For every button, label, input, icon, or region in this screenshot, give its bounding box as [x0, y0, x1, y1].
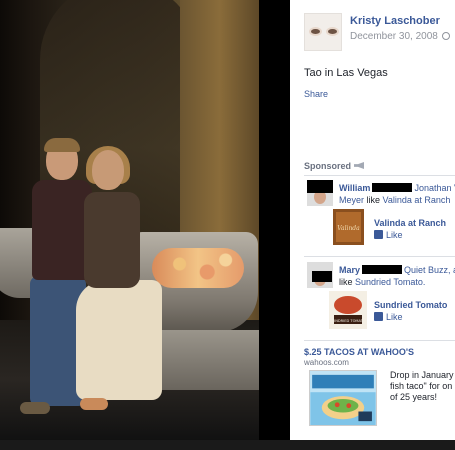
redaction-bar [307, 180, 333, 193]
page-thumbnail-label: Valinda [337, 225, 360, 232]
social-ad-connector: like [339, 277, 356, 287]
like-button[interactable]: Like [374, 230, 403, 240]
ad-body-line: fish taco" for on [390, 381, 453, 391]
ad-body-line: of 25 years! [390, 392, 438, 402]
friend-name-link[interactable]: Mary [339, 265, 360, 275]
sponsored-label: Sponsored [304, 161, 352, 171]
post-sidebar: Kristy Laschober December 30, 2008 Tao i… [290, 0, 455, 440]
ad-title-link[interactable]: $.25 TACOS AT WAHOO'S [304, 347, 414, 357]
friend-name-link[interactable]: William [339, 183, 370, 193]
post-date-text[interactable]: December 30, 2008 [350, 31, 438, 42]
ad-image[interactable] [309, 370, 377, 426]
redaction-bar [312, 271, 332, 282]
page-thumbnail[interactable]: SUNDRIED TOMATO [329, 291, 367, 329]
ad-domain: wahoos.com [304, 358, 349, 367]
friend-name-link[interactable]: Meyer [339, 195, 364, 205]
photo-bottom-strip [0, 440, 455, 450]
friend-name-link[interactable]: Jonathan V [414, 183, 455, 193]
post-header: Kristy Laschober December 30, 2008 [304, 13, 455, 53]
divider [304, 340, 455, 341]
social-ad-text: Mary Quiet Buzz, a like Sundried Tomato. [339, 264, 455, 288]
page-name-link[interactable]: Sundried Tomato [374, 300, 447, 310]
redaction-bar [362, 265, 403, 274]
ad-body-line: Drop in January [390, 370, 454, 380]
ad-body: Drop in January fish taco" for on of 25 … [390, 370, 455, 403]
post-date[interactable]: December 30, 2008 [350, 31, 450, 42]
friend-name-link[interactable]: Quiet Buzz, a [404, 265, 455, 275]
like-label: Like [386, 312, 403, 322]
globe-icon[interactable] [441, 32, 450, 40]
share-link[interactable]: Share [304, 89, 328, 99]
social-ad-connector: like [364, 195, 383, 205]
photo-woman [70, 146, 170, 430]
like-button[interactable]: Like [374, 312, 403, 322]
page-thumbnail[interactable]: Valinda [333, 209, 364, 245]
thumbs-up-icon [374, 312, 383, 321]
photo-stage [0, 0, 290, 450]
author-name-link[interactable]: Kristy Laschober [350, 15, 440, 27]
sponsored-heading: Sponsored [304, 161, 365, 171]
thumbs-up-icon [374, 230, 383, 239]
megaphone-icon [354, 162, 365, 169]
divider [304, 256, 455, 257]
like-label: Like [386, 230, 403, 240]
divider [304, 175, 455, 176]
page-thumbnail-label: SUNDRIED TOMATO [330, 319, 366, 323]
post-photo[interactable] [0, 0, 259, 440]
redaction-bar [372, 183, 413, 192]
post-caption: Tao in Las Vegas [304, 67, 388, 79]
author-avatar[interactable] [304, 13, 342, 51]
page-link[interactable]: Sundried Tomato. [355, 277, 425, 287]
social-ad-text: William Jonathan V Meyer like Valinda at … [339, 182, 455, 206]
page-link[interactable]: Valinda at Ranch [383, 195, 451, 205]
page-name-link[interactable]: Valinda at Ranch [374, 218, 446, 228]
